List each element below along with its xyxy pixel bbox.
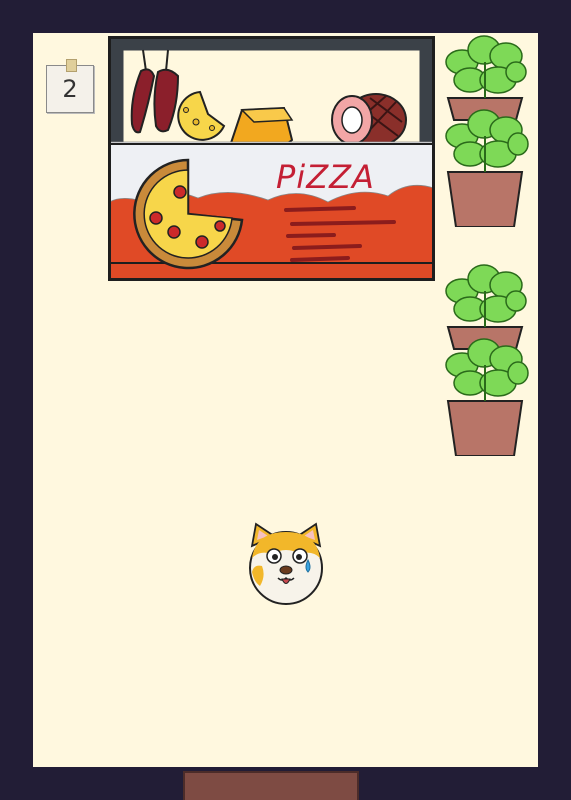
tape [66, 59, 77, 72]
dog-character-icon[interactable] [246, 520, 326, 608]
ham-icon [331, 93, 407, 147]
level-number: 2 [62, 75, 78, 103]
basil-plant-icon [445, 264, 529, 456]
level-note: 2 [46, 59, 94, 113]
exit-door[interactable] [183, 771, 359, 800]
pizza-shop-stall[interactable]: PiZZA [108, 36, 435, 281]
shop-top-bar [109, 37, 434, 51]
shop-right-post [419, 37, 434, 148]
shop-sign-text: PiZZA [276, 158, 375, 196]
basil-plant-icon [445, 35, 529, 227]
shop-left-post [109, 37, 124, 148]
